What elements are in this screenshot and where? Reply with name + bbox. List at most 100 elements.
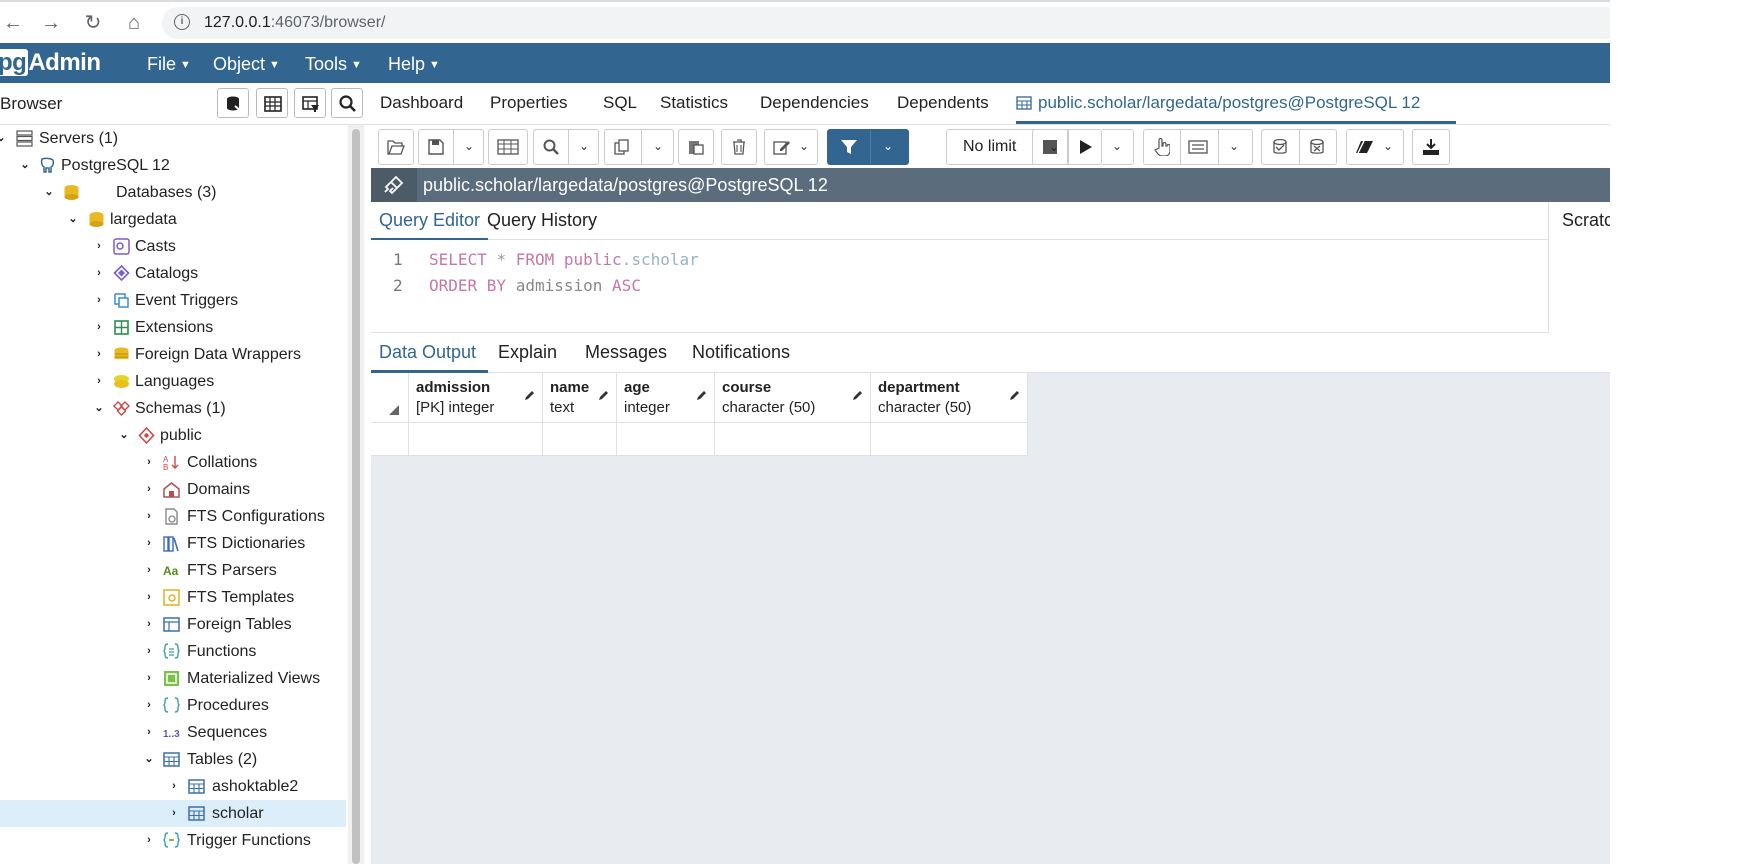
- chevron-right-icon[interactable]: ›: [92, 368, 106, 395]
- hand-pointer-icon[interactable]: [1154, 138, 1170, 156]
- pencil-icon[interactable]: [852, 389, 864, 401]
- chevron-right-icon[interactable]: ›: [142, 503, 156, 530]
- paste-button[interactable]: [678, 129, 714, 165]
- chevron-right-icon[interactable]: ›: [142, 584, 156, 611]
- tree-node-fts-dictionaries[interactable]: › FTS Dictionaries: [0, 530, 346, 557]
- scrollbar-thumb[interactable]: [352, 129, 360, 864]
- grid-cell[interactable]: [409, 423, 543, 456]
- connection-status-button[interactable]: [371, 168, 417, 202]
- menu-object[interactable]: Object ▼: [213, 54, 280, 75]
- tab-sql[interactable]: SQL: [603, 93, 637, 113]
- menu-tools[interactable]: Tools ▼: [305, 54, 362, 75]
- find-button[interactable]: ⌄: [533, 129, 599, 165]
- chevron-right-icon[interactable]: ›: [142, 476, 156, 503]
- menu-help[interactable]: Help ▼: [388, 54, 440, 75]
- pencil-icon[interactable]: [598, 389, 610, 401]
- tree-node-fts-parsers[interactable]: › Aa FTS Parsers: [0, 557, 346, 584]
- chevron-down-icon[interactable]: ⌄: [799, 139, 809, 153]
- tree-node-domains[interactable]: › Domains: [0, 476, 346, 503]
- search-objects-button[interactable]: [331, 88, 363, 118]
- tree-node-fts-configurations[interactable]: › FTS Configurations: [0, 503, 346, 530]
- grid-cell[interactable]: [715, 423, 871, 456]
- chevron-right-icon[interactable]: ›: [142, 611, 156, 638]
- tree-node-sequences[interactable]: › 1..3 Sequences: [0, 719, 346, 746]
- tab-statistics[interactable]: Statistics: [660, 93, 728, 113]
- chevron-right-icon[interactable]: ›: [92, 287, 106, 314]
- chevron-right-icon[interactable]: ›: [142, 530, 156, 557]
- chevron-down-icon[interactable]: ⌄: [142, 746, 156, 773]
- open-file-button[interactable]: [378, 129, 414, 165]
- tree-node-catalogs[interactable]: › Catalogs: [0, 260, 346, 287]
- tree-node-fts-templates[interactable]: › FTS Templates: [0, 584, 346, 611]
- chevron-down-icon[interactable]: ⌄: [464, 139, 474, 153]
- chevron-down-icon[interactable]: ⌄: [1229, 139, 1239, 153]
- url-text[interactable]: 127.0.0.1:46073/browser/: [204, 14, 385, 32]
- tab-messages[interactable]: Messages: [585, 342, 667, 363]
- tree-node-ashoktable2[interactable]: › ashoktable2: [0, 773, 346, 800]
- tree-node-casts[interactable]: › Casts: [0, 233, 346, 260]
- column-header[interactable]: age integer: [617, 373, 715, 423]
- chevron-right-icon[interactable]: ›: [92, 341, 106, 368]
- grid-cell[interactable]: [617, 423, 715, 456]
- download-button[interactable]: [1412, 129, 1450, 165]
- chevron-right-icon[interactable]: ›: [142, 827, 156, 854]
- tree-node-public[interactable]: ⌄ public: [0, 422, 346, 449]
- tab-query-editor[interactable]: Query Editor: [371, 210, 489, 241]
- chevron-right-icon[interactable]: ›: [92, 260, 106, 287]
- chevron-down-icon[interactable]: ⌄: [653, 139, 663, 153]
- tree-node-materialized-views[interactable]: › Materialized Views: [0, 665, 346, 692]
- filtered-rows-button[interactable]: [294, 88, 326, 118]
- pencil-icon[interactable]: [524, 389, 536, 401]
- chevron-down-icon[interactable]: ⌄: [883, 139, 893, 153]
- tree-node-foreign-tables[interactable]: › Foreign Tables: [0, 611, 346, 638]
- row-limit-select[interactable]: No limit ⌄: [946, 129, 1068, 165]
- chevron-right-icon[interactable]: ›: [142, 665, 156, 692]
- query-tool-button[interactable]: [217, 88, 249, 118]
- grid-cell[interactable]: [871, 423, 1028, 456]
- tree-node-tables[interactable]: ⌄ Tables (2): [0, 746, 346, 773]
- commit-icon[interactable]: [1271, 138, 1289, 156]
- tree-node-event-triggers[interactable]: › Event Triggers: [0, 287, 346, 314]
- copy-button[interactable]: ⌄: [604, 129, 674, 165]
- grid-cell[interactable]: [543, 423, 617, 456]
- edit-button[interactable]: ⌄: [764, 129, 818, 165]
- play-icon[interactable]: [1079, 139, 1093, 155]
- chevron-right-icon[interactable]: ›: [142, 719, 156, 746]
- view-data-button[interactable]: [256, 88, 288, 118]
- chevron-right-icon[interactable]: ›: [92, 233, 106, 260]
- chevron-right-icon[interactable]: ›: [167, 800, 181, 827]
- chevron-right-icon[interactable]: ›: [142, 638, 156, 665]
- chevron-down-icon[interactable]: ⌄: [579, 139, 589, 153]
- tree-node-servers[interactable]: ⌄ Servers (1): [0, 125, 346, 152]
- address-bar[interactable]: i 127.0.0.1:46073/browser/: [162, 7, 1610, 39]
- execute-options-button[interactable]: ⌄: [1102, 129, 1134, 165]
- chevron-down-icon[interactable]: ⌄: [0, 125, 8, 152]
- tab-notifications[interactable]: Notifications: [692, 342, 790, 363]
- site-info-icon[interactable]: i: [174, 14, 190, 30]
- column-header[interactable]: name text: [543, 373, 617, 423]
- chevron-down-icon[interactable]: ⌄: [117, 422, 131, 449]
- chevron-right-icon[interactable]: ›: [142, 692, 156, 719]
- tab-dependents[interactable]: Dependents: [897, 93, 989, 113]
- forward-arrow-icon[interactable]: →: [38, 10, 64, 36]
- grid-select-all[interactable]: [371, 373, 409, 423]
- chevron-right-icon[interactable]: ›: [142, 557, 156, 584]
- tree-scrollbar[interactable]: [348, 125, 364, 864]
- chevron-down-icon[interactable]: ⌄: [92, 395, 106, 422]
- tree-node-postgresql[interactable]: ⌄ PostgreSQL 12: [0, 152, 346, 179]
- chevron-right-icon[interactable]: ›: [142, 449, 156, 476]
- filter-button[interactable]: ⌄: [827, 129, 909, 165]
- clear-button[interactable]: ⌄: [1346, 129, 1404, 165]
- tab-dashboard[interactable]: Dashboard: [380, 93, 463, 113]
- tree-node-collations[interactable]: › A B Collations: [0, 449, 346, 476]
- tree-node-scholar[interactable]: › scholar: [0, 800, 346, 827]
- tree-node-fdw[interactable]: › Foreign Data Wrappers: [0, 341, 346, 368]
- edit-rows-button[interactable]: [488, 129, 528, 165]
- rollback-icon[interactable]: [1308, 138, 1326, 156]
- chevron-down-icon[interactable]: ⌄: [66, 206, 80, 233]
- chevron-right-icon[interactable]: ›: [92, 314, 106, 341]
- reload-icon[interactable]: ↻: [80, 10, 106, 36]
- tree-node-procedures[interactable]: › Procedures: [0, 692, 346, 719]
- column-header[interactable]: course character (50): [715, 373, 871, 423]
- tree-node-trigger-functions[interactable]: › Trigger Functions: [0, 827, 346, 854]
